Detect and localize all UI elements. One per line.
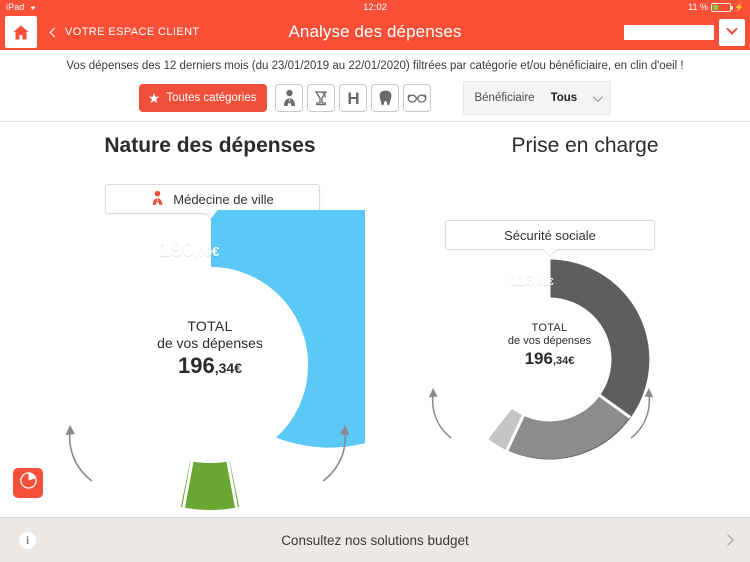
budget-solutions-bar[interactable]: i Consultez nos solutions budget [0, 517, 750, 562]
charts-area: Nature des dépenses Médecine de ville [0, 122, 750, 517]
category-button-hospital[interactable]: H [339, 84, 367, 112]
pie-chart-icon [19, 471, 38, 495]
left-donut-svg [55, 210, 365, 520]
home-icon [12, 24, 30, 41]
filter-bar: Vos dépenses des 12 derniers mois (du 23… [0, 50, 750, 122]
right-donut-svg [442, 252, 657, 467]
filter-description: Vos dépenses des 12 derniers mois (du 23… [0, 50, 750, 72]
expense-nature-donut-chart[interactable]: 190,00€ TOTAL de vos dépenses 196,34€ [55, 210, 365, 520]
category-button-optical[interactable] [403, 84, 431, 112]
navigation-bar-right [624, 19, 745, 46]
status-bar-right: 11 % ⚡ [688, 2, 744, 12]
budget-solutions-label: Consultez nos solutions budget [0, 533, 750, 548]
chevron-left-icon [50, 27, 60, 37]
star-icon: ★ [148, 91, 161, 105]
category-icon-group: H [275, 84, 431, 112]
status-bar-left: iPad [6, 2, 38, 12]
doctor-icon [282, 89, 297, 107]
chevron-down-icon [726, 24, 737, 35]
beneficiary-value: Tous [551, 92, 578, 104]
beneficiary-label: Bénéficiaire [474, 92, 534, 104]
device-name: iPad [6, 2, 24, 12]
beneficiary-select[interactable]: Bénéficiaire Tous [463, 81, 611, 115]
chevron-down-icon [593, 92, 603, 102]
hospital-icon: H [347, 90, 359, 107]
home-button[interactable] [5, 16, 37, 48]
optical-icon [407, 92, 427, 104]
battery-percent: 11 % [688, 2, 708, 12]
right-chart-tooltip: Sécurité sociale [445, 220, 655, 250]
category-button-pharmacy[interactable] [307, 84, 335, 112]
search-input[interactable] [624, 25, 714, 40]
doctor-icon [151, 190, 164, 209]
category-button-doctor[interactable] [275, 84, 303, 112]
expense-nature-panel: Nature des dépenses Médecine de ville [0, 122, 420, 158]
expense-analysis-screen: iPad 12:02 11 % ⚡ VOTRE ESPACE CLIENT [0, 0, 750, 562]
coverage-panel: Prise en charge Sécurité sociale [420, 122, 750, 158]
back-to-client-area-link[interactable]: VOTRE ESPACE CLIENT [51, 26, 200, 38]
left-tooltip-label: Médecine de ville [173, 192, 273, 207]
dental-icon [378, 89, 393, 107]
back-link-label: VOTRE ESPACE CLIENT [65, 26, 200, 38]
coverage-donut-chart[interactable]: 118,61€ TOTAL de vos dépenses 196,34€ [442, 252, 657, 467]
category-button-dental[interactable] [371, 84, 399, 112]
all-categories-label: Toutes catégories [166, 92, 256, 104]
navigation-bar: VOTRE ESPACE CLIENT Analyse des dépenses [0, 14, 750, 50]
menu-dropdown-button[interactable] [719, 19, 745, 46]
filter-controls: ★ Toutes catégories [0, 81, 750, 115]
status-bar: iPad 12:02 11 % ⚡ [0, 0, 750, 14]
status-bar-time: 12:02 [0, 2, 750, 13]
right-tooltip-label: Sécurité sociale [504, 228, 596, 243]
charging-bolt-icon: ⚡ [734, 3, 744, 12]
chart-view-toggle-button[interactable] [13, 468, 43, 498]
all-categories-button[interactable]: ★ Toutes catégories [139, 84, 268, 112]
left-chart-title: Nature des dépenses [0, 134, 420, 158]
wifi-icon [28, 3, 38, 11]
pharmacy-icon [313, 89, 329, 107]
battery-icon [711, 3, 731, 12]
right-chart-title: Prise en charge [420, 134, 750, 158]
